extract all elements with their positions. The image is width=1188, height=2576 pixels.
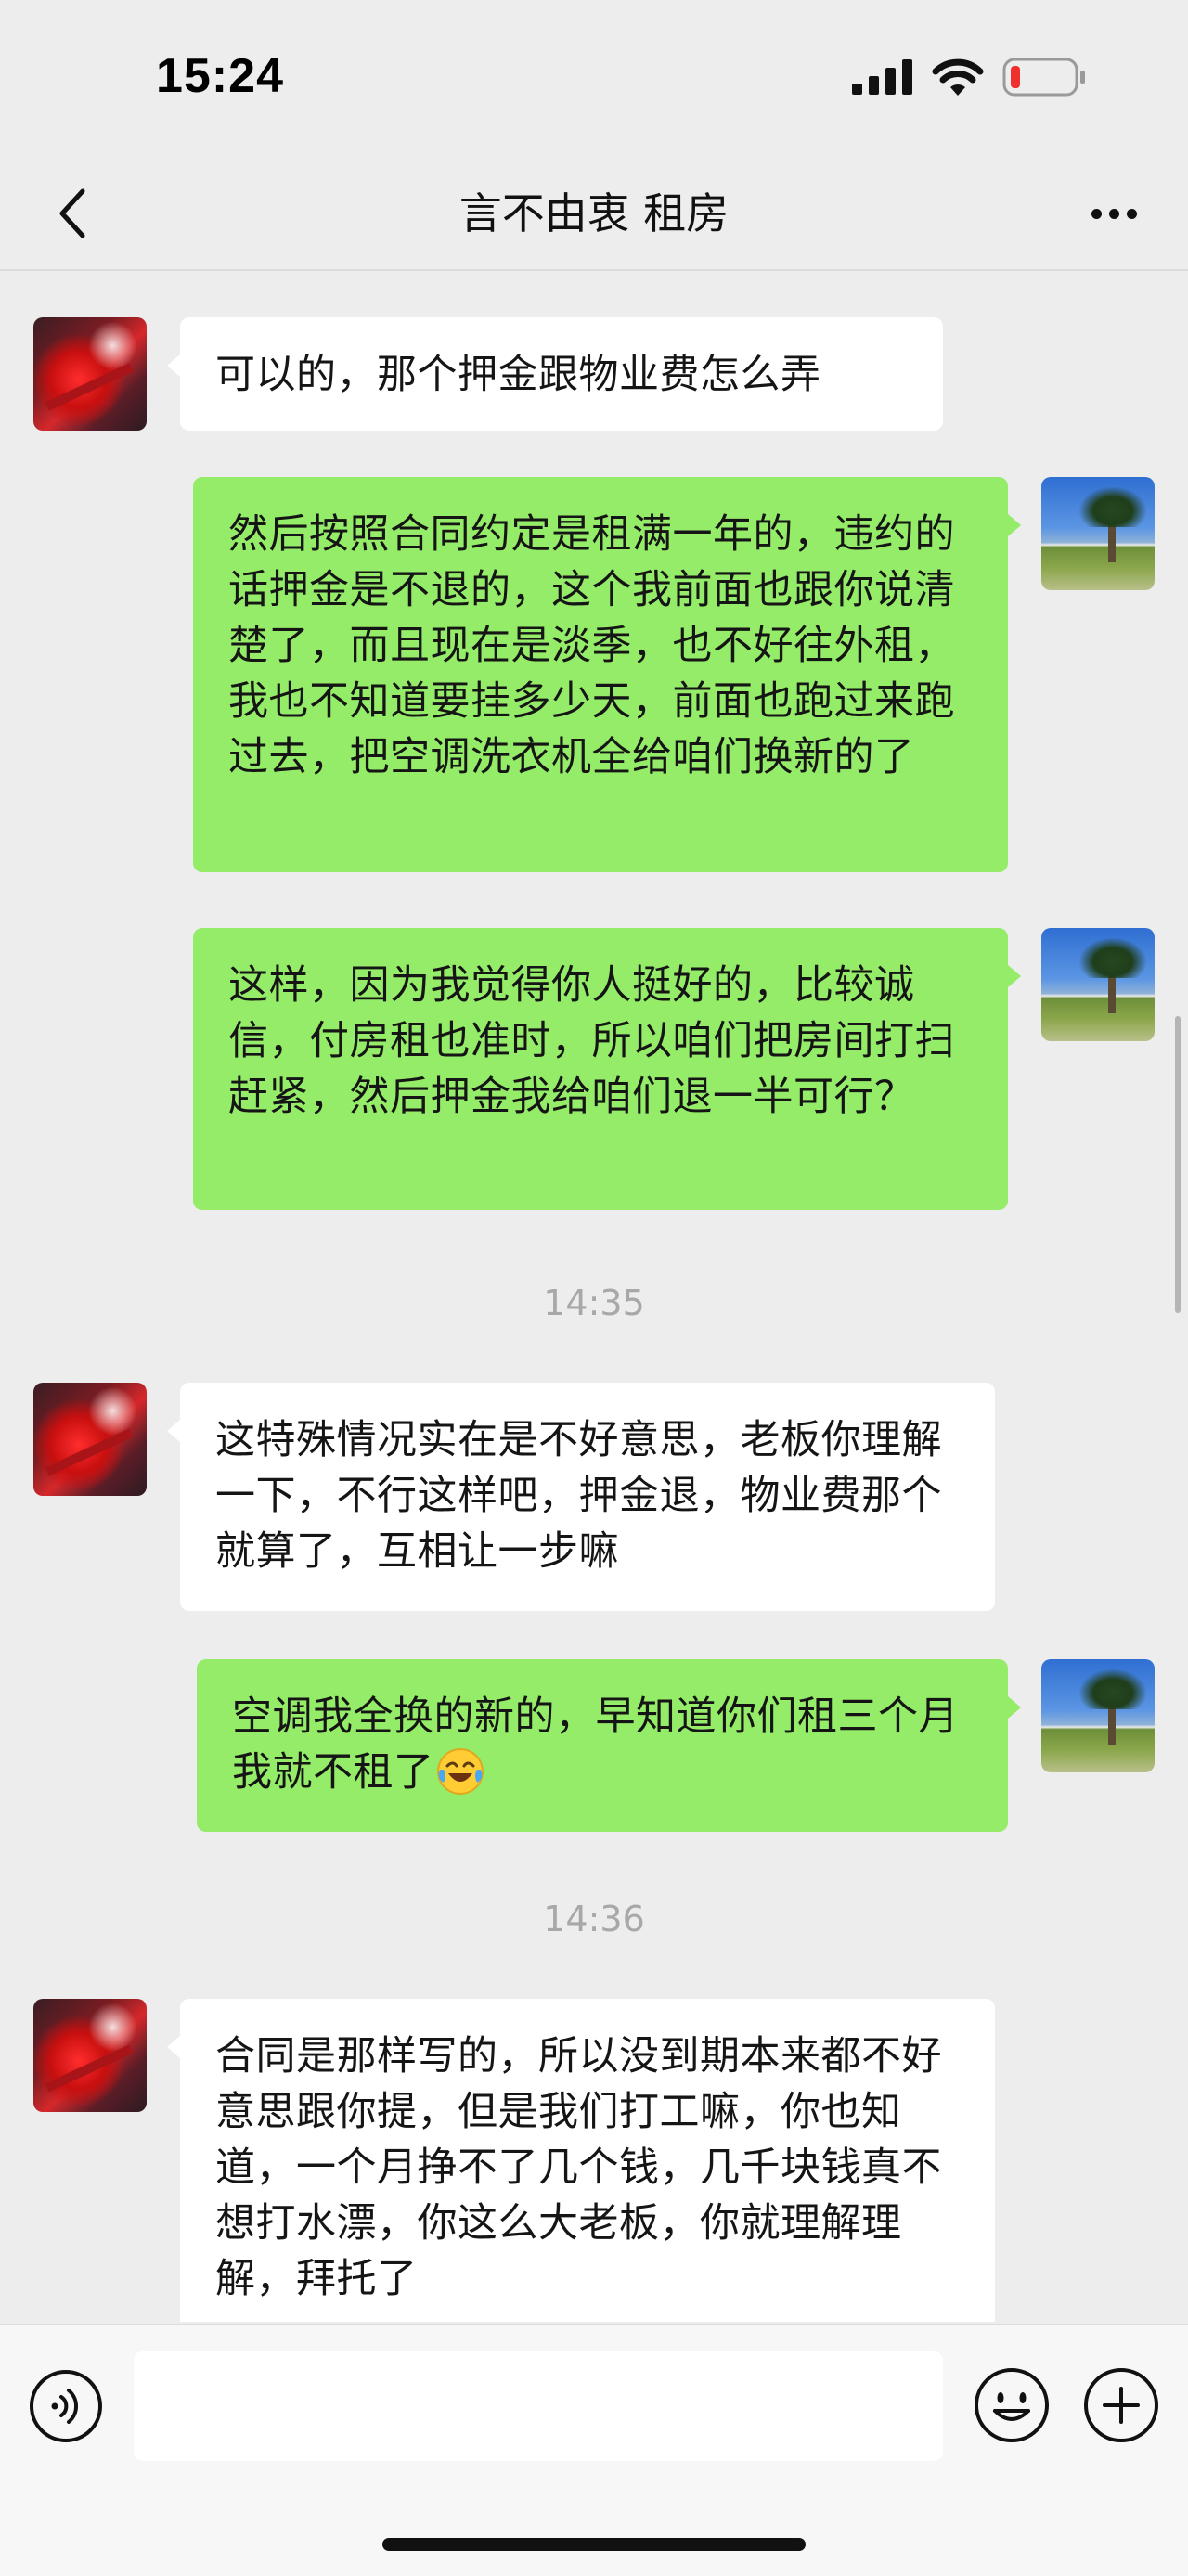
message-list[interactable]: 可以的，那个押金跟物业费怎么弄 然后按照合同约定是租满一年的，违约的话押金是不退… [0, 271, 1188, 2322]
message-input[interactable] [134, 2351, 943, 2461]
status-time: 15:24 [156, 49, 284, 103]
message-bubble-sent[interactable]: 这样，因为我觉得你人挺好的，比较诚信，付房租也准时，所以咱们把房间打扫赶紧，然后… [193, 928, 1021, 1210]
message-text: 合同是那样写的，所以没到期本来都不好意思跟你提，但是我们打工嘛，你也知道，一个月… [215, 2033, 942, 2302]
message-text: 然后按照合同约定是租满一年的，违约的话押金是不退的，这个我前面也跟你说清楚了，而… [228, 511, 955, 780]
avatar-tenant[interactable] [33, 317, 147, 431]
chevron-left-icon [59, 188, 85, 238]
message-bubble-sent[interactable]: 空调我全换的新的，早知道你们租三个月我就不租了 [197, 1659, 1021, 1832]
status-bar: 15:24 [0, 0, 1188, 158]
crying-laughing-emoji [436, 1747, 484, 1795]
message-bubble-received[interactable]: 合同是那样写的，所以没到期本来都不好意思跟你提，但是我们打工嘛，你也知道，一个月… [167, 1999, 995, 2322]
timestamp: 14:36 [543, 1899, 645, 1939]
battery-low-icon [1002, 58, 1085, 97]
timestamp: 14:35 [543, 1282, 645, 1323]
more-options-button[interactable] [1077, 186, 1151, 241]
message-bubble-received[interactable]: 可以的，那个押金跟物业费怎么弄 [167, 317, 943, 431]
avatar-landlord[interactable] [1041, 928, 1155, 1041]
avatar-tenant[interactable] [33, 1999, 147, 2112]
status-icons [852, 58, 1086, 97]
more-dots-icon [1091, 208, 1102, 219]
message-text: 这特殊情况实在是不好意思，老板你理解一下，不行这样吧，押金退，物业费那个就算了，… [215, 1417, 942, 1575]
more-functions-button[interactable] [1082, 2366, 1160, 2444]
back-button[interactable] [35, 176, 110, 251]
avatar-landlord[interactable] [1041, 477, 1155, 590]
input-bar [0, 2324, 1188, 2576]
message-bubble-sent[interactable]: 然后按照合同约定是租满一年的，违约的话押金是不退的，这个我前面也跟你说清楚了，而… [193, 477, 1021, 872]
scrollbar[interactable] [1175, 1016, 1181, 1313]
voice-icon [30, 2370, 102, 2442]
message-text: 可以的，那个押金跟物业费怎么弄 [215, 352, 821, 398]
voice-button[interactable] [28, 2368, 104, 2444]
home-indicator [382, 2538, 806, 2551]
avatar-tenant[interactable] [33, 1383, 147, 1496]
message-text: 这样，因为我觉得你人挺好的，比较诚信，付房租也准时，所以咱们把房间打扫赶紧，然后… [228, 962, 955, 1120]
avatar-landlord[interactable] [1041, 1659, 1155, 1772]
plus-icon [1084, 2368, 1158, 2442]
chat-header: 言不由衷 租房 [0, 158, 1188, 271]
message-text: 空调我全换的新的，早知道你们租三个月我就不租了 [232, 1694, 959, 1796]
message-bubble-received[interactable]: 这特殊情况实在是不好意思，老板你理解一下，不行这样吧，押金退，物业费那个就算了，… [167, 1383, 995, 1611]
chat-title: 言不由衷 租房 [458, 188, 730, 238]
signal-icon [852, 59, 912, 95]
emoji-icon [975, 2368, 1049, 2442]
wifi-icon [932, 58, 984, 96]
emoji-button[interactable] [973, 2366, 1051, 2444]
